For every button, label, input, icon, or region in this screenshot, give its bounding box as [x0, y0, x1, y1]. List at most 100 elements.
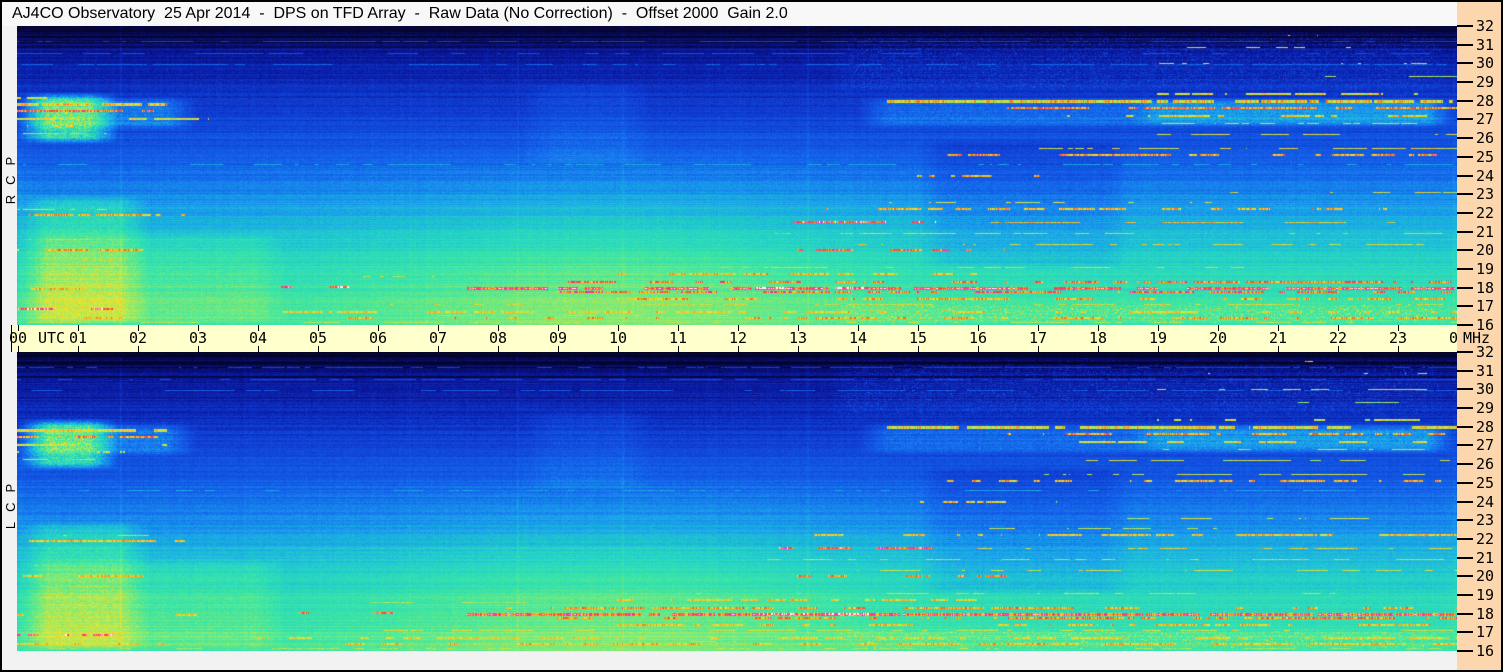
freq-label: 31 — [1476, 361, 1495, 380]
freq-tick — [1457, 556, 1473, 559]
freq-label: 19 — [1476, 259, 1495, 278]
freq-label: 26 — [1476, 129, 1495, 148]
freq-tick — [1457, 593, 1473, 596]
hour-label: 19 — [1148, 329, 1168, 347]
frequency-axis: MHz 32 31 30 29 28 27 26 25 24 23 22 21 20 19 18 17 16 32… — [1457, 2, 1501, 670]
hour-label: 00 — [8, 329, 28, 347]
freq-label: 20 — [1476, 241, 1495, 260]
freq-label: 22 — [1476, 529, 1495, 548]
freq-label: 25 — [1476, 147, 1495, 166]
freq-tick — [1457, 249, 1473, 252]
freq-tick — [1457, 481, 1473, 484]
freq-label: 31 — [1476, 35, 1495, 54]
freq-tick — [1457, 612, 1473, 615]
freq-label: 19 — [1476, 585, 1495, 604]
freq-label: 26 — [1476, 455, 1495, 474]
freq-label: 23 — [1476, 185, 1495, 204]
freq-tick — [1457, 444, 1473, 447]
hour-label: 09 — [548, 329, 568, 347]
freq-label: 17 — [1476, 623, 1495, 642]
freq-label: 27 — [1476, 436, 1495, 455]
freq-label: 22 — [1476, 203, 1495, 222]
hour-label: 03 — [188, 329, 208, 347]
freq-tick — [1457, 137, 1473, 140]
freq-tick — [1457, 230, 1473, 233]
freq-label: 16 — [1476, 316, 1495, 334]
freq-label: 29 — [1476, 399, 1495, 418]
hour-label: 05 — [308, 329, 328, 347]
freq-label: 21 — [1476, 548, 1495, 567]
freq-tick — [1457, 62, 1473, 65]
freq-label: 25 — [1476, 473, 1495, 492]
freq-label: 28 — [1476, 91, 1495, 110]
freq-tick — [1457, 575, 1473, 578]
freq-tick — [1457, 81, 1473, 84]
freq-tick — [1457, 407, 1473, 410]
hour-label: 17 — [1028, 329, 1048, 347]
freq-tick — [1457, 286, 1473, 289]
freq-tick — [1457, 305, 1473, 308]
freq-tick — [1457, 388, 1473, 391]
freq-label: 32 — [1476, 17, 1495, 35]
hour-label: 01 — [68, 329, 88, 347]
lcp-panel-label: LCP — [3, 473, 18, 530]
freq-label: 20 — [1476, 567, 1495, 586]
freq-tick — [1457, 537, 1473, 540]
freq-label: 28 — [1476, 417, 1495, 436]
hour-label: 10 — [608, 329, 628, 347]
freq-label: 30 — [1476, 380, 1495, 399]
hour-label: 07 — [428, 329, 448, 347]
hour-label: 22 — [1328, 329, 1348, 347]
page-title: AJ4CO Observatory 25 Apr 2014 - DPS on T… — [2, 2, 1457, 26]
freq-tick — [1457, 369, 1473, 372]
freq-tick — [1457, 463, 1473, 466]
freq-label: 18 — [1476, 604, 1495, 623]
freq-tick — [1457, 155, 1473, 158]
hour-label: 20 — [1208, 329, 1228, 347]
freq-tick — [1457, 211, 1473, 214]
freq-label: 23 — [1476, 511, 1495, 530]
time-axis: UTC 00 01 02 03 04 05 06 07 08 09 10 11 12 13 14 15 16 17… — [9, 325, 1467, 352]
freq-label: 32 — [1476, 343, 1495, 361]
freq-label: 17 — [1476, 297, 1495, 316]
hour-label: 08 — [488, 329, 508, 347]
freq-label: 29 — [1476, 73, 1495, 92]
rcp-spectrogram-canvas — [17, 26, 1457, 325]
hour-label: 18 — [1088, 329, 1108, 347]
freq-tick — [1457, 650, 1473, 652]
freq-tick — [1457, 519, 1473, 522]
spectrogram-page: AJ4CO Observatory 25 Apr 2014 - DPS on T… — [0, 0, 1503, 672]
rcp-panel-label: RCP — [3, 146, 18, 205]
hour-label: 13 — [788, 329, 808, 347]
hour-label: 12 — [728, 329, 748, 347]
freq-label: 24 — [1476, 492, 1495, 511]
hour-label: 23 — [1388, 329, 1408, 347]
freq-label: 21 — [1476, 222, 1495, 241]
hour-label: 21 — [1268, 329, 1288, 347]
freq-label: 30 — [1476, 54, 1495, 73]
freq-tick — [1457, 631, 1473, 634]
freq-tick — [1457, 324, 1473, 326]
hour-label: 16 — [968, 329, 988, 347]
freq-tick — [1457, 425, 1473, 428]
freq-tick — [1457, 351, 1473, 353]
freq-tick — [1457, 118, 1473, 121]
freq-tick — [1457, 193, 1473, 196]
hour-label: 15 — [908, 329, 928, 347]
hour-label: 02 — [128, 329, 148, 347]
hour-label: 11 — [668, 329, 688, 347]
freq-tick — [1457, 174, 1473, 177]
lcp-spectrogram-canvas — [17, 352, 1457, 651]
freq-tick — [1457, 267, 1473, 270]
freq-tick — [1457, 25, 1473, 27]
freq-label: 27 — [1476, 110, 1495, 129]
freq-tick — [1457, 500, 1473, 503]
hour-label: 04 — [248, 329, 268, 347]
freq-tick — [1457, 43, 1473, 46]
freq-label: 24 — [1476, 166, 1495, 185]
freq-label: 18 — [1476, 278, 1495, 297]
freq-tick — [1457, 99, 1473, 102]
freq-label: 16 — [1476, 642, 1495, 660]
hour-label: 06 — [368, 329, 388, 347]
hour-label: 14 — [848, 329, 868, 347]
